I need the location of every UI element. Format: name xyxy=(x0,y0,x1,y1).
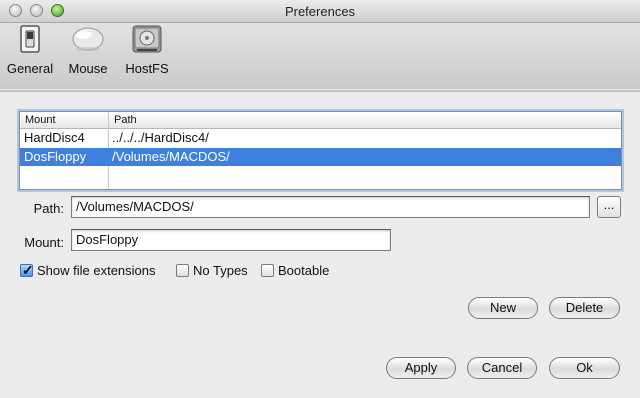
toolbar-hostfs-label: HostFS xyxy=(125,61,169,76)
bootable-label: Bootable xyxy=(278,263,330,278)
path-label: Path: xyxy=(33,201,64,216)
toolbar-general-label: General xyxy=(6,61,54,76)
table-row[interactable]: HardDisc4 ../../../HardDisc4/ xyxy=(20,129,621,147)
toolbar-mouse-label: Mouse xyxy=(68,61,108,76)
table-row-empty[interactable] xyxy=(20,167,621,185)
bootable-checkbox[interactable]: Bootable xyxy=(261,263,341,279)
hard-drive-icon xyxy=(130,23,164,60)
checkbox-box: ✓ xyxy=(20,262,34,278)
column-header-path[interactable]: Path xyxy=(114,114,137,126)
preferences-window: Preferences General Mouse HostFS Mount P… xyxy=(0,0,640,398)
new-button[interactable]: New xyxy=(468,297,538,319)
no-types-label: No Types xyxy=(193,263,248,278)
window-title: Preferences xyxy=(284,4,356,19)
delete-button[interactable]: Delete xyxy=(549,297,620,319)
checkmark-icon: ✓ xyxy=(22,262,34,278)
row-mount-cell: DosFloppy xyxy=(24,149,87,164)
mounts-table[interactable]: Mount Path HardDisc4 ../../../HardDisc4/… xyxy=(19,111,622,190)
apply-button[interactable]: Apply xyxy=(386,357,456,379)
row-path-cell: ../../../HardDisc4/ xyxy=(112,130,209,145)
show-file-extensions-checkbox[interactable]: ✓ Show file extensions xyxy=(20,262,170,279)
ok-button[interactable]: Ok xyxy=(549,357,620,379)
mount-label: Mount: xyxy=(24,235,64,250)
row-mount-cell: HardDisc4 xyxy=(24,130,85,145)
title-bar[interactable]: Preferences xyxy=(0,0,640,23)
row-path-cell: /Volumes/MACDOS/ xyxy=(112,149,230,164)
toolbar-item-general[interactable]: General xyxy=(2,23,58,83)
no-types-checkbox[interactable]: No Types xyxy=(176,263,256,279)
cancel-button[interactable]: Cancel xyxy=(467,357,537,379)
checkbox-box xyxy=(261,264,274,277)
path-field[interactable]: /Volumes/MACDOS/ xyxy=(71,196,590,218)
toolbar-item-mouse[interactable]: Mouse xyxy=(64,23,112,83)
table-header: Mount Path xyxy=(20,112,621,129)
browse-button[interactable]: ... xyxy=(597,196,621,218)
mouse-icon xyxy=(68,23,108,60)
column-header-mount[interactable]: Mount xyxy=(25,114,56,126)
show-file-extensions-label: Show file extensions xyxy=(37,263,156,278)
switch-icon xyxy=(14,23,46,60)
checkbox-box xyxy=(176,264,189,277)
mount-field[interactable]: DosFloppy xyxy=(71,229,391,251)
toolbar-item-hostfs[interactable]: HostFS xyxy=(119,23,175,83)
toolbar: General Mouse HostFS xyxy=(0,23,640,89)
table-row-selected[interactable]: DosFloppy /Volumes/MACDOS/ xyxy=(20,148,621,166)
